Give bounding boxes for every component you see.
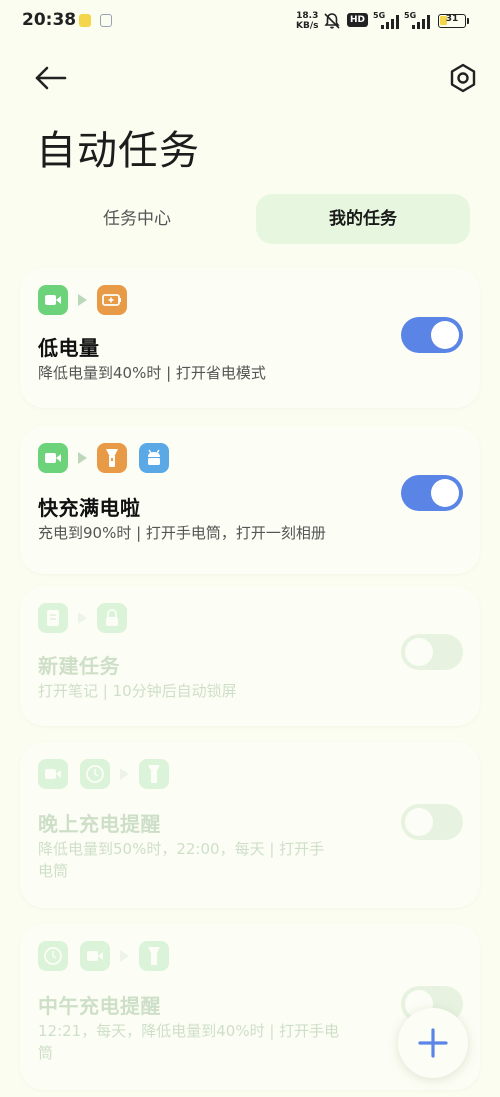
task-toggle[interactable] bbox=[401, 804, 463, 840]
task-description-line: 12:21，每天，降低电量到40%时 | 打开手电 bbox=[38, 1022, 340, 1040]
task-description-line: 降低电量到50%时，22:00，每天 | 打开手 bbox=[38, 840, 325, 858]
task-description-line: 电筒 bbox=[38, 862, 69, 880]
task-card[interactable]: 晚上充电提醒 降低电量到50%时，22:00，每天 | 打开手 电筒 bbox=[20, 742, 480, 908]
battery-saver-icon bbox=[97, 285, 127, 315]
task-title: 低电量 bbox=[38, 336, 100, 360]
toggle-knob bbox=[431, 479, 459, 507]
tab-task-center[interactable]: 任务中心 bbox=[36, 194, 238, 244]
task-description: 降低电量到50%时，22:00，每天 | 打开手 电筒 bbox=[38, 838, 324, 882]
task-card[interactable]: 低电量 降低电量到40%时 | 打开省电模式 bbox=[20, 268, 480, 408]
back-button[interactable] bbox=[30, 60, 70, 96]
note-icon bbox=[38, 603, 68, 633]
task-description: 打开笔记 | 10分钟后自动锁屏 bbox=[38, 682, 237, 700]
battery-tip bbox=[467, 18, 469, 24]
arrow-right-icon bbox=[120, 950, 129, 962]
task-icons bbox=[38, 602, 127, 634]
page-title: 自动任务 bbox=[36, 128, 200, 174]
video-icon bbox=[38, 285, 68, 315]
notes-notification-icon bbox=[79, 14, 91, 27]
add-task-button[interactable] bbox=[398, 1008, 468, 1078]
video-icon bbox=[80, 941, 110, 971]
video-icon bbox=[38, 443, 68, 473]
task-description-line: 筒 bbox=[38, 1044, 54, 1062]
clock-icon bbox=[38, 941, 68, 971]
arrow-right-icon bbox=[78, 294, 87, 306]
task-icons bbox=[38, 284, 127, 316]
hd-voice-icon: HD bbox=[347, 13, 368, 27]
task-title: 新建任务 bbox=[38, 654, 120, 678]
task-title: 中午充电提醒 bbox=[38, 994, 161, 1018]
arrow-right-icon bbox=[78, 452, 87, 464]
arrow-right-icon bbox=[120, 768, 129, 780]
task-title: 快充满电啦 bbox=[38, 496, 141, 520]
task-card[interactable]: 快充满电啦 充电到90%时 | 打开手电筒，打开一刻相册 bbox=[20, 426, 480, 574]
battery-level: 31 bbox=[445, 14, 459, 24]
flashlight-icon bbox=[139, 759, 169, 789]
tab-my-tasks[interactable]: 我的任务 bbox=[256, 194, 470, 244]
task-title: 晚上充电提醒 bbox=[38, 812, 161, 836]
plus-icon bbox=[418, 1028, 448, 1058]
task-description: 12:21，每天，降低电量到40%时 | 打开手电 筒 bbox=[38, 1020, 339, 1064]
task-icons bbox=[38, 940, 169, 972]
flashlight-icon bbox=[97, 443, 127, 473]
network-speed: 18.3 KB/s bbox=[296, 11, 318, 31]
network-speed-unit: KB/s bbox=[296, 21, 319, 31]
video-icon bbox=[38, 759, 68, 789]
android-icon bbox=[139, 443, 169, 473]
task-description: 降低电量到40%时 | 打开省电模式 bbox=[38, 364, 266, 382]
flashlight-icon bbox=[139, 941, 169, 971]
toggle-knob bbox=[405, 808, 433, 836]
mute-bell-icon bbox=[324, 13, 340, 29]
settings-button[interactable] bbox=[445, 60, 481, 96]
task-icons bbox=[38, 758, 169, 790]
task-icons bbox=[38, 442, 169, 474]
clock-icon bbox=[80, 759, 110, 789]
arrow-right-icon bbox=[78, 612, 87, 624]
settings-hexagon-icon bbox=[450, 63, 476, 93]
toggle-knob bbox=[431, 321, 459, 349]
task-card[interactable]: 新建任务 打开笔记 | 10分钟后自动锁屏 bbox=[20, 586, 480, 726]
app-notification-icon bbox=[100, 14, 112, 27]
task-description: 充电到90%时 | 打开手电筒，打开一刻相册 bbox=[38, 524, 326, 542]
battery-icon: 31 bbox=[438, 14, 466, 28]
back-arrow-icon bbox=[35, 66, 67, 90]
status-time: 20:38 bbox=[22, 10, 77, 30]
status-bar: 20:38 18.3 KB/s HD 5G 5G 31 bbox=[0, 0, 500, 44]
toggle-knob bbox=[405, 638, 433, 666]
task-toggle[interactable] bbox=[401, 475, 463, 511]
lock-icon bbox=[97, 603, 127, 633]
task-toggle[interactable] bbox=[401, 634, 463, 670]
network-speed-value: 18.3 bbox=[296, 11, 319, 21]
task-toggle[interactable] bbox=[401, 317, 463, 353]
